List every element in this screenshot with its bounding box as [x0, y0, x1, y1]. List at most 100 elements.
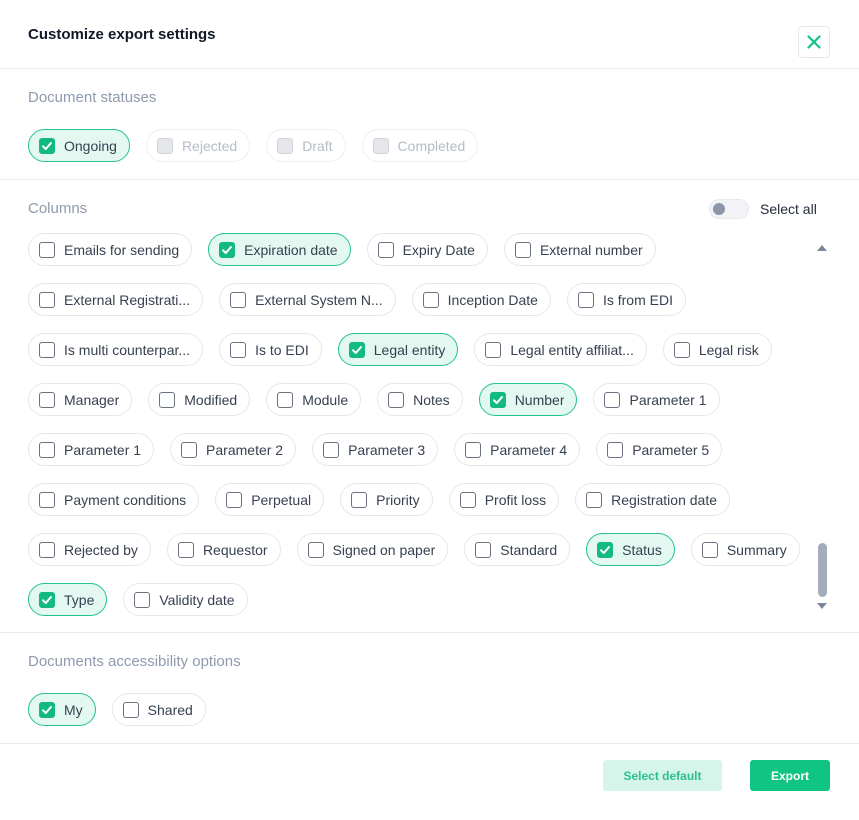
option-chip[interactable]: Legal risk — [662, 333, 772, 366]
checkbox[interactable] — [586, 491, 603, 508]
option-chip[interactable]: Notes — [377, 383, 463, 416]
option-chip[interactable]: Inception Date — [411, 283, 551, 316]
option-chip[interactable]: My — [28, 693, 96, 726]
option-chip[interactable]: Payment conditions — [28, 483, 200, 516]
checkbox[interactable] — [323, 441, 340, 458]
option-chip[interactable]: Module — [266, 383, 362, 416]
option-label: Inception Date — [447, 291, 538, 308]
option-chip[interactable]: Expiration date — [208, 233, 351, 266]
option-chip[interactable]: Expiry Date — [366, 233, 488, 266]
checkbox[interactable] — [701, 541, 718, 558]
checkbox[interactable] — [39, 591, 55, 608]
checkbox[interactable] — [607, 441, 624, 458]
option-label: Notes — [413, 391, 450, 408]
triangle-down-icon[interactable] — [817, 603, 827, 609]
checkbox[interactable] — [39, 541, 55, 558]
option-chip[interactable]: Validity date — [123, 583, 248, 616]
option-chip[interactable]: Parameter 3 — [312, 433, 439, 466]
option-chip[interactable]: Ongoing — [28, 129, 130, 162]
option-chip[interactable]: Parameter 2 — [170, 433, 297, 466]
option-chip[interactable]: Parameter 5 — [596, 433, 723, 466]
checkbox[interactable] — [377, 241, 394, 258]
checkbox[interactable] — [475, 541, 492, 558]
option-chip[interactable]: Status — [586, 533, 675, 566]
checkbox[interactable] — [226, 491, 243, 508]
option-chip[interactable]: Manager — [28, 383, 133, 416]
option-chip[interactable]: Parameter 1 — [593, 383, 720, 416]
option-chip[interactable]: Requestor — [166, 533, 281, 566]
checkbox[interactable] — [181, 441, 198, 458]
option-chip[interactable]: Type — [28, 583, 108, 616]
checkbox[interactable] — [485, 341, 502, 358]
checkbox[interactable] — [159, 391, 176, 408]
checkbox[interactable] — [230, 341, 247, 358]
checkbox[interactable] — [489, 391, 506, 408]
checkbox[interactable] — [388, 391, 405, 408]
option-label: Type — [64, 591, 95, 608]
option-label: Parameter 5 — [632, 441, 710, 458]
option-chip[interactable]: Summary — [690, 533, 800, 566]
checkbox[interactable] — [39, 441, 55, 458]
option-chip: Draft — [266, 129, 346, 162]
checkbox[interactable] — [39, 391, 55, 408]
checkbox[interactable] — [39, 701, 55, 718]
option-chip[interactable]: Perpetual — [215, 483, 325, 516]
option-label: Payment conditions — [64, 491, 187, 508]
export-button[interactable]: Export — [750, 760, 830, 791]
checkbox[interactable] — [348, 341, 365, 358]
option-chip[interactable]: Profit loss — [448, 483, 560, 516]
checkbox[interactable] — [422, 291, 439, 308]
option-chip[interactable]: Modified — [148, 383, 251, 416]
select-all-toggle[interactable] — [709, 199, 749, 219]
option-chip[interactable]: Legal entity — [337, 333, 459, 366]
option-label: Parameter 2 — [206, 441, 284, 458]
close-icon — [807, 35, 821, 49]
option-chip[interactable]: Number — [478, 383, 578, 416]
option-chip[interactable]: Signed on paper — [296, 533, 449, 566]
checkbox[interactable] — [277, 391, 294, 408]
option-chip[interactable]: Registration date — [575, 483, 730, 516]
checkbox[interactable] — [351, 491, 368, 508]
option-chip[interactable]: Rejected by — [28, 533, 151, 566]
checkbox[interactable] — [122, 701, 139, 718]
option-chip[interactable]: Priority — [340, 483, 433, 516]
option-chip[interactable]: Emails for sending — [28, 233, 193, 266]
checkbox[interactable] — [307, 541, 324, 558]
checkbox[interactable] — [577, 291, 594, 308]
checkmark-icon — [351, 345, 362, 354]
checkbox[interactable] — [604, 391, 621, 408]
checkbox[interactable] — [597, 541, 614, 558]
option-label: Modified — [184, 391, 238, 408]
option-label: Module — [302, 391, 349, 408]
checkbox[interactable] — [514, 241, 531, 258]
option-chip[interactable]: Parameter 1 — [28, 433, 155, 466]
checkbox[interactable] — [459, 491, 476, 508]
option-chip[interactable]: Legal entity affiliat... — [474, 333, 647, 366]
option-chip[interactable]: Shared — [111, 693, 206, 726]
option-chip[interactable]: Parameter 4 — [454, 433, 581, 466]
option-chip[interactable]: Is multi counterpar... — [28, 333, 204, 366]
checkbox[interactable] — [177, 541, 194, 558]
checkbox[interactable] — [673, 341, 690, 358]
checkbox[interactable] — [219, 241, 236, 258]
checkbox[interactable] — [39, 291, 55, 308]
checkbox[interactable] — [39, 137, 55, 154]
option-chip[interactable]: Is from EDI — [566, 283, 686, 316]
option-chip[interactable]: Standard — [464, 533, 571, 566]
checkbox[interactable] — [39, 241, 55, 258]
checkbox[interactable] — [39, 341, 55, 358]
close-button[interactable] — [798, 26, 830, 58]
option-label: Rejected by — [64, 541, 138, 558]
option-chip[interactable]: External number — [503, 233, 656, 266]
option-chip[interactable]: External System N... — [219, 283, 396, 316]
select-default-button[interactable]: Select default — [603, 760, 722, 791]
option-label: Parameter 4 — [490, 441, 568, 458]
scrollbar-thumb[interactable] — [818, 543, 827, 597]
checkbox[interactable] — [134, 591, 151, 608]
checkbox[interactable] — [230, 291, 247, 308]
option-chip[interactable]: Is to EDI — [219, 333, 322, 366]
option-chip[interactable]: External Registrati... — [28, 283, 204, 316]
triangle-up-icon[interactable] — [817, 245, 827, 251]
checkbox[interactable] — [39, 491, 55, 508]
checkbox[interactable] — [465, 441, 482, 458]
